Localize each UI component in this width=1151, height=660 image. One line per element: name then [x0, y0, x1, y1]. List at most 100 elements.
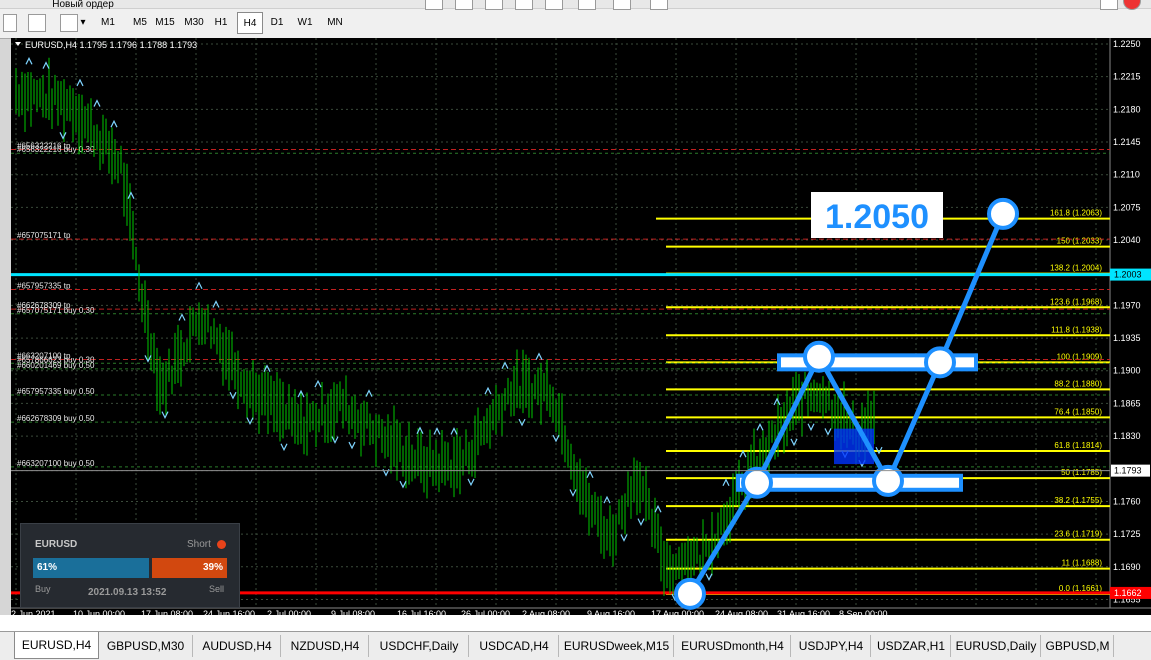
fractal-up-arrow	[433, 427, 441, 435]
fractal-down-arrow	[246, 417, 254, 425]
fib-level-label: 123.6 (1.1968)	[1050, 297, 1102, 306]
price-axis-label: 1.1725	[1113, 529, 1141, 539]
fib-level-label: 138.2 (1.2004)	[1050, 264, 1102, 273]
zoom-out-icon[interactable]	[455, 0, 473, 10]
sell-percentage: 39%	[203, 562, 224, 573]
timeframe-d1-button[interactable]: D1	[264, 12, 290, 34]
fractal-up-arrow	[586, 470, 594, 479]
new-order-icon[interactable]	[28, 14, 46, 32]
fractal-up-arrow	[93, 99, 101, 107]
timeframe-w1-button[interactable]: W1	[292, 12, 318, 34]
fib-level-label: 161.8 (1.2063)	[1050, 209, 1102, 218]
tab-nzdusd-h4[interactable]: NZDUSD,H4	[282, 635, 369, 657]
grip-icon	[3, 14, 17, 32]
tab-eurusdweek-m15[interactable]: EURUSDweek,M15	[560, 635, 674, 657]
timeframe-h4-button[interactable]: H4	[237, 12, 263, 34]
fib-level-label: 38.2 (1.1755)	[1054, 496, 1102, 505]
fractal-up-arrow	[501, 361, 509, 369]
fractal-up-arrow	[178, 313, 186, 321]
search-icon[interactable]	[1100, 0, 1118, 10]
crosshair-icon[interactable]	[60, 14, 78, 32]
fractal-up-arrow	[212, 300, 220, 308]
fractal-up-arrow	[195, 281, 203, 290]
fib-level-label: 61.8 (1.1814)	[1054, 441, 1102, 450]
chart-scroll-strip	[0, 615, 1151, 631]
fractal-up-arrow	[739, 449, 747, 458]
fractal-down-arrow	[348, 441, 356, 450]
pattern-node[interactable]	[924, 346, 956, 379]
fractal-down-arrow	[569, 489, 577, 497]
timeframe-h1-button[interactable]: H1	[208, 12, 234, 34]
template-icon[interactable]	[650, 0, 668, 10]
timeframe-m1-button[interactable]: M1	[95, 12, 121, 34]
order-label: #657957335 tp	[17, 282, 71, 291]
widget-direction: Short	[187, 539, 211, 550]
current-price-label: 1.1793	[1114, 466, 1142, 476]
fractal-down-arrow	[824, 428, 832, 436]
fractal-down-arrow	[705, 573, 713, 582]
chart-shift-icon[interactable]	[515, 0, 533, 10]
price-axis-label: 1.2145	[1113, 137, 1141, 147]
fractal-up-arrow	[127, 191, 135, 199]
pattern-node[interactable]	[987, 197, 1019, 230]
fib-level-label: 88.2 (1.1880)	[1054, 379, 1102, 388]
chevron-down-icon[interactable]: ▾	[78, 12, 88, 34]
tab-usdchf-daily[interactable]: USDCHF,Daily	[370, 635, 469, 657]
autoscroll-icon[interactable]	[545, 0, 563, 10]
price-axis-label: 1.1970	[1113, 300, 1141, 310]
pattern-leg	[937, 211, 1006, 365]
tab-eurusd-daily[interactable]: EURUSD,Daily	[952, 635, 1041, 657]
short-dot-icon	[217, 540, 226, 549]
fractal-down-arrow	[280, 443, 288, 452]
pattern-node[interactable]	[741, 466, 773, 499]
fractal-up-arrow	[314, 379, 322, 388]
fractal-up-arrow	[42, 61, 50, 69]
clock-icon[interactable]	[613, 0, 631, 10]
order-label: #657957335 buy 0.50	[17, 387, 95, 396]
tab-usdjpy-h4[interactable]: USDJPY,H4	[792, 635, 871, 657]
tab-usdzar-h1[interactable]: USDZAR,H1	[872, 635, 951, 657]
timeframe-mn-button[interactable]: MN	[322, 12, 348, 34]
grid-icon[interactable]	[485, 0, 503, 10]
fractal-up-arrow	[603, 495, 611, 504]
price-axis-label: 1.2215	[1113, 72, 1141, 82]
fractal-down-arrow	[161, 411, 169, 419]
tab-eurusdmonth-h4[interactable]: EURUSDmonth,H4	[675, 635, 791, 657]
fractal-up-arrow	[25, 56, 33, 65]
tab-usdcad-h4[interactable]: USDCAD,H4	[470, 635, 559, 657]
sell-label: Sell	[209, 584, 225, 594]
order-label: #656322216 buy 0.30	[17, 145, 95, 154]
tab-gbpusd-m30[interactable]: GBPUSD,M30	[99, 635, 193, 657]
price-axis-label: 1.2180	[1113, 104, 1141, 114]
pattern-node[interactable]	[674, 577, 706, 610]
widget-timestamp: 2021.09.13 13:52	[88, 587, 167, 598]
fib-level-label: 23.6 (1.1719)	[1054, 530, 1102, 539]
fractal-up-arrow	[756, 422, 764, 431]
timeframe-m15-button[interactable]: M15	[152, 12, 178, 34]
price-axis-label: 1.1935	[1113, 333, 1141, 343]
fractal-up-arrow	[365, 389, 373, 397]
tab-eurusd-h4[interactable]: EURUSD,H4	[14, 632, 99, 659]
toolbar: Новый ордер ▾ M1 M5 M15 M30 H1 H4 D1 W1 MN	[0, 0, 1151, 39]
fractal-down-arrow	[620, 534, 628, 542]
tab-audusd-h4[interactable]: AUDUSD,H4	[194, 635, 281, 657]
add-indicator-icon[interactable]	[578, 0, 596, 10]
toolbar-top-strip	[0, 0, 1151, 9]
price-axis-label: 1.2040	[1113, 235, 1141, 245]
timeframe-m30-button[interactable]: M30	[181, 12, 207, 34]
fractal-down-arrow	[331, 436, 339, 444]
fractal-down-arrow	[637, 518, 645, 527]
zoom-in-icon[interactable]	[425, 0, 443, 10]
price-axis-label: 1.1760	[1113, 496, 1141, 506]
fractal-down-arrow	[399, 480, 407, 489]
price-axis-label: 1.1900	[1113, 366, 1141, 376]
order-label: #657075171 buy 0.30	[17, 306, 95, 315]
fractal-up-arrow	[450, 427, 458, 435]
timeframe-m5-button[interactable]: M5	[127, 12, 153, 34]
support-price-label: 1.1662	[1114, 588, 1142, 598]
order-label: #657075171 tp	[17, 231, 71, 240]
pattern-node[interactable]	[803, 340, 835, 373]
price-axis-label: 1.1830	[1113, 431, 1141, 441]
price-axis-label: 1.2075	[1113, 202, 1141, 212]
tab-gbpusd-m[interactable]: GBPUSD,M	[1042, 635, 1114, 657]
